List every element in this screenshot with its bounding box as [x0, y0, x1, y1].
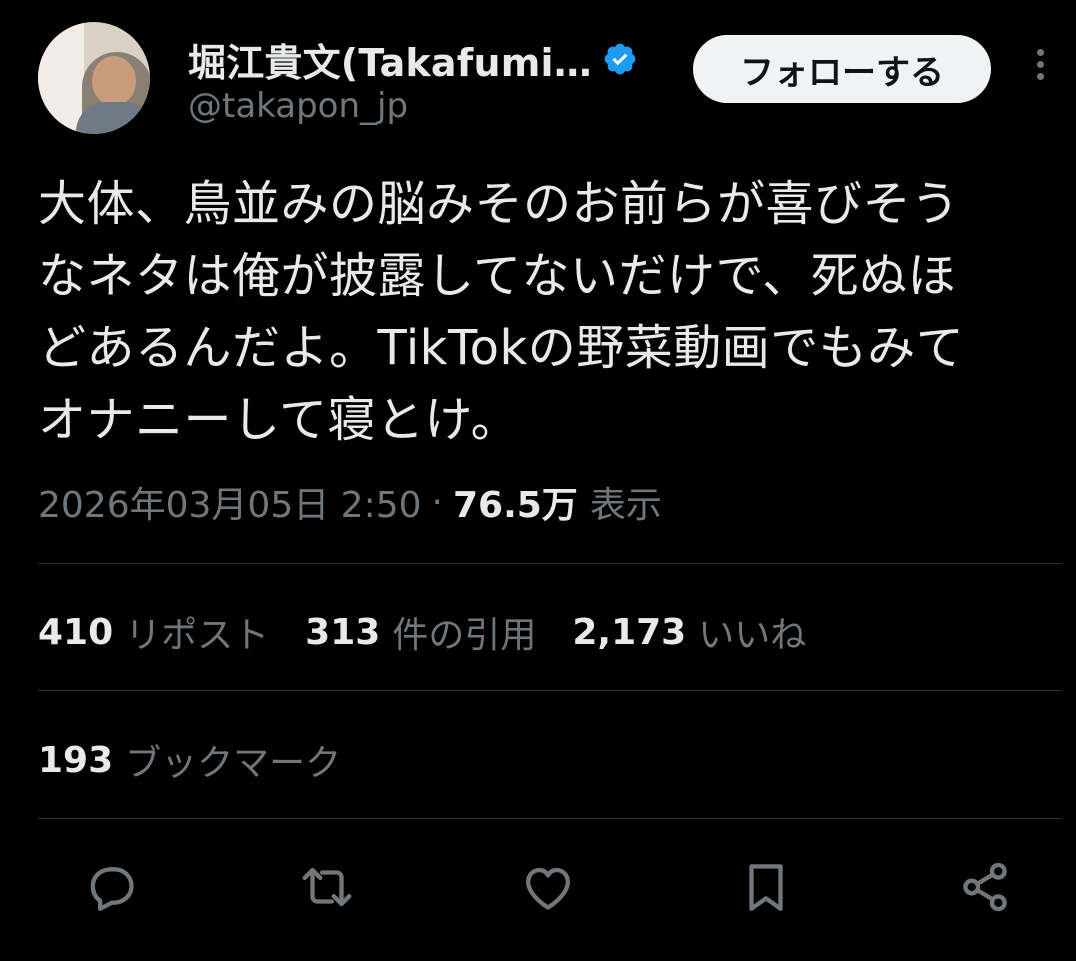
divider [38, 563, 1062, 564]
engagement-stats: 410 リポスト 313 件の引用 2,173 いいね [38, 606, 842, 658]
author-handle[interactable]: @takapon_jp [188, 86, 408, 126]
divider [38, 818, 1062, 819]
tweet-meta: 2026年03月05日 2:50 · 76.5万 表示 [38, 476, 662, 528]
bookmark-label: ブックマーク [125, 743, 342, 784]
quote-count: 313 [305, 611, 381, 653]
author-name-row[interactable]: 堀江貴文(Takafumi… [188, 32, 638, 87]
bookmark-stat[interactable]: 193 ブックマーク [38, 734, 341, 786]
avatar-face [92, 56, 136, 106]
like-button[interactable] [513, 852, 583, 922]
quote-stat[interactable]: 313 件の引用 [305, 606, 536, 658]
share-icon [963, 862, 1007, 912]
avatar[interactable] [38, 22, 150, 134]
meta-separator: · [431, 481, 443, 523]
repost-count: 410 [38, 611, 114, 653]
reply-button[interactable] [76, 852, 146, 922]
bookmark-button[interactable] [731, 852, 801, 922]
tweet-datetime[interactable]: 2026年03月05日 2:50 [38, 476, 422, 528]
action-bar [0, 852, 1076, 932]
bookmark-icon [749, 864, 783, 911]
avatar-book-cover [38, 22, 84, 134]
repost-label: リポスト [125, 615, 270, 656]
tweet-header: 堀江貴文(Takafumi… @takapon_jp フォローする [0, 0, 1076, 150]
view-label: 表示 [589, 485, 662, 526]
more-options-icon[interactable] [1025, 44, 1055, 100]
tweet-text: 大体、鳥並みの脳みそのお前らが喜びそう なネタは俺が披露してないだけで、死ぬほ … [38, 176, 965, 448]
bookmark-count: 193 [38, 739, 114, 781]
like-count: 2,173 [572, 611, 687, 653]
author-display-name[interactable]: 堀江貴文(Takafumi… [188, 32, 592, 87]
like-label: いいね [698, 615, 807, 656]
verified-badge-icon [604, 43, 636, 75]
divider [38, 690, 1062, 691]
repost-stat[interactable]: 410 リポスト [38, 606, 269, 658]
share-button[interactable] [950, 852, 1020, 922]
reply-icon [90, 867, 134, 911]
retweet-icon [302, 867, 352, 907]
follow-button[interactable]: フォローする [693, 35, 991, 103]
repost-button[interactable] [292, 852, 362, 922]
quote-label: 件の引用 [392, 615, 537, 656]
view-count[interactable]: 76.5万 [453, 476, 578, 528]
like-icon [526, 867, 570, 910]
like-stat[interactable]: 2,173 いいね [572, 606, 806, 658]
